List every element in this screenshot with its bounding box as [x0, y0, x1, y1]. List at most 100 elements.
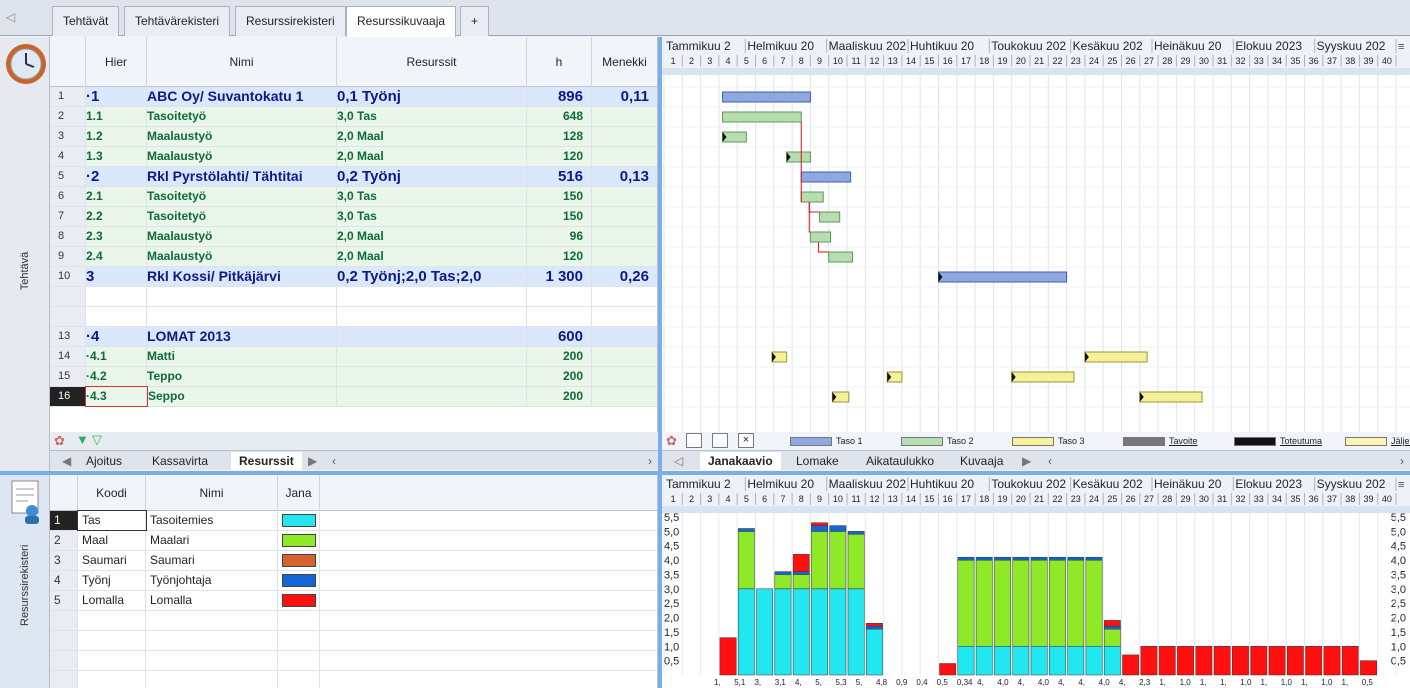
color-swatch[interactable]: [282, 594, 316, 607]
cell-m[interactable]: 0,11: [592, 87, 657, 106]
gantt-bar[interactable]: [800, 191, 824, 203]
cell-m[interactable]: [592, 347, 657, 366]
cell-hier[interactable]: 1.3: [86, 147, 147, 166]
bar-color-swatch[interactable]: [278, 511, 320, 530]
cell-h[interactable]: 200: [527, 347, 592, 366]
load-bar-lomalla[interactable]: [1195, 646, 1213, 676]
load-bar-lomalla[interactable]: [1286, 646, 1304, 676]
row-number[interactable]: 10: [50, 267, 86, 286]
cell-name[interactable]: Maalaustyö: [147, 247, 337, 266]
chart-hscroll-right-icon[interactable]: ›: [1392, 452, 1410, 470]
task-row[interactable]: 14·4.1 Matti 200: [50, 347, 657, 367]
cell-res[interactable]: 0,2 Työnj: [337, 167, 527, 186]
res-cell-code[interactable]: [78, 611, 146, 630]
row-number[interactable]: 4: [50, 147, 86, 166]
cell-name[interactable]: Teppo: [147, 367, 337, 386]
cell-h[interactable]: 200: [527, 387, 592, 406]
task-row[interactable]: 2 1.1 Tasoitetyö 3,0 Tas 648: [50, 107, 657, 127]
load-bar-lomalla[interactable]: [792, 554, 810, 572]
row-number[interactable]: 3: [50, 127, 86, 146]
cell-res[interactable]: 2,0 Maal: [337, 227, 527, 246]
resource-row[interactable]: [50, 611, 657, 631]
tab-add[interactable]: +: [460, 6, 490, 36]
cell-m[interactable]: 0,13: [592, 167, 657, 186]
filter-clear-icon[interactable]: ▽: [92, 432, 102, 448]
res-cell-code[interactable]: [78, 651, 146, 670]
gantt-bar[interactable]: [1011, 371, 1075, 383]
tab-resurssirekisteri[interactable]: Resurssirekisteri: [235, 6, 346, 36]
load-bar-maal[interactable]: [957, 559, 975, 647]
cell-hier[interactable]: [86, 287, 147, 306]
res-cell-n[interactable]: [50, 671, 78, 688]
load-bar-maal[interactable]: [1049, 559, 1066, 647]
load-bar-tas[interactable]: [774, 588, 792, 676]
cell-m[interactable]: 0,26: [592, 267, 657, 286]
cell-name[interactable]: Maalaustyö: [147, 127, 337, 146]
resource-register-icon[interactable]: [6, 479, 46, 525]
res-cell-n[interactable]: [50, 611, 78, 630]
row-number[interactable]: 2: [50, 107, 86, 126]
cell-m[interactable]: [592, 307, 657, 326]
bar-color-swatch[interactable]: [278, 651, 320, 670]
cell-hier[interactable]: ·1: [86, 87, 147, 106]
load-bar-lomalla[interactable]: [719, 637, 737, 676]
cell-hier[interactable]: [86, 307, 147, 326]
load-bar-työnj[interactable]: [829, 525, 847, 532]
res-cell-n[interactable]: 2: [50, 531, 78, 550]
gantt-bar[interactable]: [938, 271, 1068, 283]
cell-name[interactable]: ABC Oy/ Suvantokatu 1: [147, 87, 337, 106]
cell-hier[interactable]: ·4.3: [85, 386, 148, 407]
gantt-bar[interactable]: [819, 211, 841, 223]
load-bar-tas[interactable]: [1085, 646, 1103, 676]
cell-hier[interactable]: 1.2: [86, 127, 147, 146]
task-row[interactable]: 15·4.2 Teppo 200: [50, 367, 657, 387]
cell-name[interactable]: Matti: [147, 347, 337, 366]
load-bar-tas[interactable]: [1067, 646, 1085, 676]
task-row[interactable]: 13·4 LOMAT 2013 600: [50, 327, 657, 347]
row-number[interactable]: 5: [50, 167, 86, 186]
load-bar-työnj[interactable]: [866, 625, 883, 630]
cell-res[interactable]: [337, 387, 527, 406]
cell-hier[interactable]: 2.2: [86, 207, 147, 226]
load-bar-maal[interactable]: [829, 531, 847, 590]
cell-res[interactable]: [337, 327, 527, 346]
cell-h[interactable]: 1 300: [527, 267, 592, 286]
gantt-chart[interactable]: Tammikuu 2 Helmikuu 20 Maaliskuu 202 Huhtik…: [662, 37, 1410, 432]
load-bar-lomalla[interactable]: [1213, 646, 1231, 676]
cell-h[interactable]: 120: [527, 247, 592, 266]
cell-res[interactable]: 3,0 Tas: [337, 207, 527, 226]
color-swatch[interactable]: [282, 514, 316, 527]
load-bar-lomalla[interactable]: [811, 522, 828, 526]
load-bar-työnj[interactable]: [975, 556, 993, 561]
task-row[interactable]: 9 2.4 Maalaustyö 2,0 Maal 120: [50, 247, 657, 267]
clock-icon[interactable]: [3, 41, 49, 87]
cell-h[interactable]: 150: [527, 207, 592, 226]
load-bar-tas[interactable]: [847, 588, 865, 676]
edit-icon[interactable]: [712, 433, 728, 448]
cell-h[interactable]: 896: [527, 87, 592, 106]
load-bar-tas[interactable]: [1012, 646, 1030, 676]
row-number[interactable]: 16: [50, 387, 86, 406]
load-bar-tas[interactable]: [737, 588, 755, 676]
task-row[interactable]: 3 1.2 Maalaustyö 2,0 Maal 128: [50, 127, 657, 147]
row-number[interactable]: 9: [50, 247, 86, 266]
cell-name[interactable]: [147, 287, 337, 306]
load-bar-työnj[interactable]: [1049, 556, 1066, 561]
cell-name[interactable]: Rkl Pyrstölahti/ Tähtitai: [147, 167, 337, 186]
resource-row[interactable]: 4 Työnj Työnjohtaja: [50, 571, 657, 591]
cell-hier[interactable]: ·4: [86, 327, 147, 346]
load-bar-työnj[interactable]: [1030, 556, 1048, 561]
timeline-zoom-icon[interactable]: ≡: [1398, 41, 1404, 53]
load-bar-maal[interactable]: [847, 533, 865, 590]
load-bar-maal[interactable]: [774, 574, 792, 590]
res-cell-code[interactable]: Maal: [78, 531, 146, 550]
load-bar-lomalla[interactable]: [1305, 646, 1323, 676]
cell-name[interactable]: Seppo: [147, 387, 337, 406]
cell-m[interactable]: [592, 187, 657, 206]
res-cell-code[interactable]: Tas: [77, 510, 147, 531]
tab-kuvaaja[interactable]: Kuvaaja: [952, 452, 1011, 470]
cell-res[interactable]: 2,0 Maal: [337, 147, 527, 166]
scroll-left-icon[interactable]: ◁: [6, 10, 15, 24]
load-bar-lomalla[interactable]: [1360, 660, 1377, 676]
cell-h[interactable]: [527, 307, 592, 326]
